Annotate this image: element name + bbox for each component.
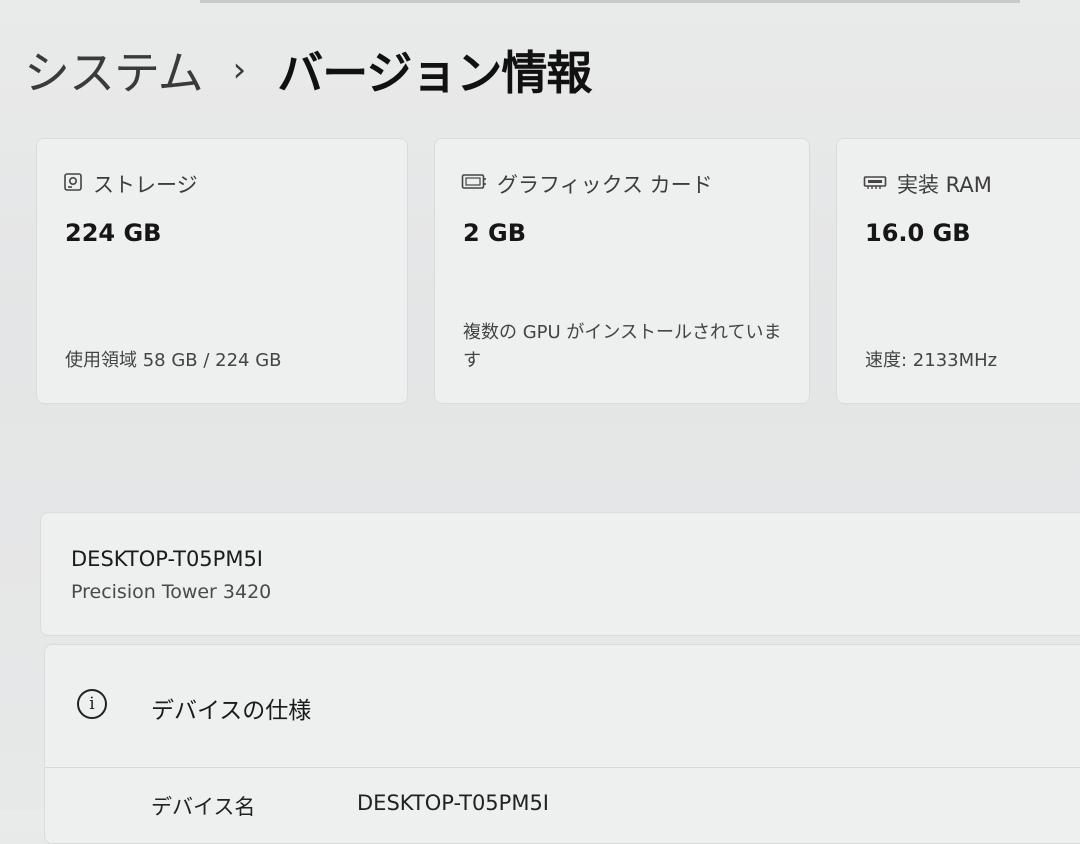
ram-card: 実装 RAM 16.0 GB 速度: 2133MHz [836,138,1080,404]
breadcrumb: システム › バージョン情報 [24,30,592,110]
spec-row-device-name-value[interactable]: DESKTOP-T05PM5I [357,791,549,815]
info-icon: i [77,689,107,719]
storage-card-header: ストレージ [63,169,198,199]
top-divider [200,0,1020,3]
display-card-icon [461,172,487,196]
ram-card-header: 実装 RAM [863,169,992,199]
ram-speed: 速度: 2133MHz [865,350,998,371]
page-title: バージョン情報 [277,46,592,100]
storage-drive-icon [63,172,83,197]
ram-label: 実装 RAM [897,173,992,197]
storage-card: ストレージ 224 GB 使用領域 58 GB / 224 GB [36,138,408,404]
device-model: Precision Tower 3420 [71,581,272,603]
storage-label: ストレージ [93,173,198,197]
breadcrumb-parent-system[interactable]: システム [24,37,204,103]
graphics-label: グラフィックス カード [497,173,713,197]
graphics-value: 2 GB [463,219,527,247]
spec-row-device-name-label: デバイス名 [151,795,256,819]
device-specs-header[interactable]: i デバイスの仕様 [45,645,1080,767]
graphics-card: グラフィックス カード 2 GB 複数の GPU がインストールされています [434,138,810,404]
device-name: DESKTOP-T05PM5I [71,547,264,571]
graphics-card-header: グラフィックス カード [461,169,713,199]
device-name-card[interactable]: DESKTOP-T05PM5I Precision Tower 3420 [40,512,1080,636]
storage-usage: 使用領域 58 GB / 224 GB [65,350,282,371]
storage-value: 224 GB [65,219,162,247]
memory-chip-icon [863,172,887,196]
spec-divider [45,767,1080,768]
ram-value: 16.0 GB [865,219,971,247]
device-specs-title: デバイスの仕様 [151,698,312,724]
breadcrumb-separator-icon: › [232,50,247,90]
graphics-note: 複数の GPU がインストールされています [463,322,782,371]
device-specs-section: i デバイスの仕様 デバイス名 DESKTOP-T05PM5I [44,644,1080,844]
